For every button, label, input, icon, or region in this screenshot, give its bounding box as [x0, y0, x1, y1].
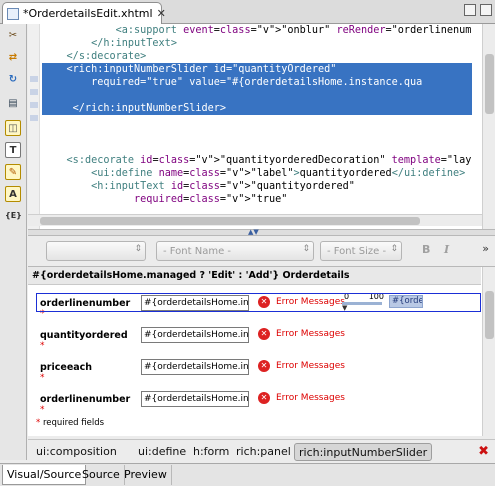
- xhtml-file-icon: [7, 7, 19, 20]
- editor-tab-title: *OrderdetailsEdit.xhtml: [23, 7, 153, 20]
- form-row: priceeach * #{orderdetailsHome.instan ✕ …: [28, 358, 481, 383]
- split-sash[interactable]: ▲▼: [28, 228, 495, 236]
- field-input[interactable]: #{orderdetailsHome.instan: [141, 391, 249, 407]
- arrows-icon[interactable]: ⇄: [5, 50, 21, 66]
- text-icon[interactable]: T: [5, 142, 21, 158]
- tools-icon[interactable]: ✂: [5, 28, 21, 44]
- tab-preview[interactable]: Preview: [120, 465, 172, 485]
- selected-element-frame: [36, 293, 481, 312]
- font-size-combo[interactable]: - Font Size - ⇕: [320, 241, 402, 261]
- layout-icon[interactable]: ◫: [5, 120, 21, 136]
- italic-button[interactable]: I: [444, 243, 449, 256]
- breadcrumb-ui-composition[interactable]: ui:composition: [36, 443, 117, 461]
- breadcrumb-h-form[interactable]: h:form: [193, 443, 229, 461]
- bold-button[interactable]: B: [422, 243, 430, 256]
- scrollbar-thumb[interactable]: [40, 217, 420, 225]
- field-label: orderlinenumber: [40, 394, 131, 405]
- minimize-icon[interactable]: [464, 4, 476, 16]
- form-row: orderlinenumber * #{orderdetailsHome.ins…: [28, 390, 481, 415]
- format-toolbar: ⇕ - Font Name - ⇕ - Font Size - ⇕ B I »: [28, 237, 495, 265]
- editor-tab-strip: *OrderdetailsEdit.xhtml ✕: [0, 0, 495, 24]
- panel-header: #{orderdetailsHome.managed ? 'Edit' : 'A…: [28, 267, 481, 285]
- visual-editor[interactable]: #{orderdetailsHome.managed ? 'Edit' : 'A…: [28, 266, 495, 436]
- error-icon: ✕: [258, 360, 270, 372]
- window-controls: [464, 4, 492, 16]
- close-icon[interactable]: ✖: [478, 444, 489, 459]
- combo-arrow-icon: ⇕: [390, 244, 398, 254]
- source-line[interactable]: [42, 89, 472, 102]
- element-breadcrumb: ui:composition ui:define h:form rich:pan…: [28, 439, 495, 463]
- source-line[interactable]: <h:inputText id=class="v">"quantityorder…: [42, 180, 472, 193]
- editor-mode-tabs: Visual/Source Source Preview: [0, 463, 495, 486]
- font-name-combo[interactable]: - Font Name - ⇕: [156, 241, 314, 261]
- source-line[interactable]: [42, 141, 472, 154]
- field-label: quantityordered: [40, 330, 128, 341]
- tab-visual-source[interactable]: Visual/Source: [2, 465, 87, 485]
- required-star: *: [40, 341, 45, 351]
- source-line[interactable]: <a:support event=class="v">"onblur" reRe…: [42, 24, 472, 37]
- breadcrumb-ui-define[interactable]: ui:define: [138, 443, 186, 461]
- editor-tab[interactable]: *OrderdetailsEdit.xhtml ✕: [2, 2, 166, 24]
- tab-source[interactable]: Source: [78, 465, 125, 485]
- source-line[interactable]: </rich:inputNumberSlider>: [42, 102, 472, 115]
- form-row: quantityordered * #{orderdetailsHome.ins…: [28, 326, 481, 351]
- more-tools-button[interactable]: »: [482, 242, 489, 255]
- required-star: *: [40, 405, 45, 415]
- source-line[interactable]: <s:decorate id=class="v">"quantityordere…: [42, 154, 472, 167]
- sash-arrows-icon[interactable]: ▲▼: [248, 228, 259, 236]
- editor-gutter: [28, 24, 40, 229]
- field-input[interactable]: #{orderdetailsHome.instan: [141, 327, 249, 343]
- change-marker: [30, 102, 38, 108]
- error-message: Error Messages: [276, 393, 345, 403]
- source-code[interactable]: <a:support event=class="v">"onblur" reRe…: [42, 24, 472, 229]
- source-line[interactable]: </s:decorate>: [42, 50, 472, 63]
- field-label: priceeach: [40, 362, 93, 373]
- refresh-icon[interactable]: ↻: [5, 72, 21, 88]
- page-icon[interactable]: ▤: [5, 96, 21, 112]
- expression-icon[interactable]: {E}: [5, 208, 22, 224]
- change-marker: [30, 115, 38, 121]
- required-fields-text: required fields: [42, 418, 105, 428]
- required-fields-note: * required fields: [36, 418, 104, 428]
- source-line[interactable]: required="true" value="#{orderdetailsHom…: [42, 76, 472, 89]
- source-line[interactable]: <rich:inputNumberSlider id="quantityOrde…: [42, 63, 472, 76]
- font-name-value: - Font Name -: [163, 245, 232, 257]
- error-icon: ✕: [258, 328, 270, 340]
- highlight-icon[interactable]: A: [5, 186, 21, 202]
- source-horizontal-scrollbar[interactable]: [28, 214, 482, 226]
- combo-arrow-icon: ⇕: [134, 244, 142, 254]
- edit-icon[interactable]: ✎: [5, 164, 21, 180]
- source-line[interactable]: required=class="v">"true": [42, 193, 472, 206]
- font-size-value: - Font Size -: [327, 245, 387, 257]
- field-input[interactable]: #{orderdetailsHome.instan: [141, 359, 249, 375]
- source-editor[interactable]: <a:support event=class="v">"onblur" reRe…: [28, 24, 495, 229]
- error-message: Error Messages: [276, 329, 345, 339]
- error-icon: ✕: [258, 392, 270, 404]
- source-line[interactable]: <ui:define name=class="v">"label">quanti…: [42, 167, 472, 180]
- required-star: *: [36, 418, 41, 428]
- error-message: Error Messages: [276, 361, 345, 371]
- source-line[interactable]: </h:inputText>: [42, 37, 472, 50]
- change-marker: [30, 76, 38, 82]
- breadcrumb-rich-inputnumberslider[interactable]: rich:inputNumberSlider: [294, 443, 433, 461]
- source-vertical-scrollbar[interactable]: [482, 24, 495, 229]
- source-line[interactable]: [42, 128, 472, 141]
- style-combo[interactable]: ⇕: [46, 241, 146, 261]
- maximize-icon[interactable]: [480, 4, 492, 16]
- breadcrumb-rich-panel[interactable]: rich:panel: [236, 443, 291, 461]
- visual-vertical-scrollbar[interactable]: [482, 267, 495, 436]
- required-star: *: [40, 373, 45, 383]
- tool-palette: ✂ ⇄ ↻ ▤ ◫ T ✎ A {E}: [0, 24, 27, 460]
- scrollbar-thumb[interactable]: [485, 54, 494, 114]
- source-line[interactable]: [42, 115, 472, 128]
- change-marker: [30, 89, 38, 95]
- combo-arrow-icon: ⇕: [302, 244, 310, 254]
- scrollbar-thumb[interactable]: [485, 291, 494, 339]
- close-tab-icon[interactable]: ✕: [157, 7, 166, 20]
